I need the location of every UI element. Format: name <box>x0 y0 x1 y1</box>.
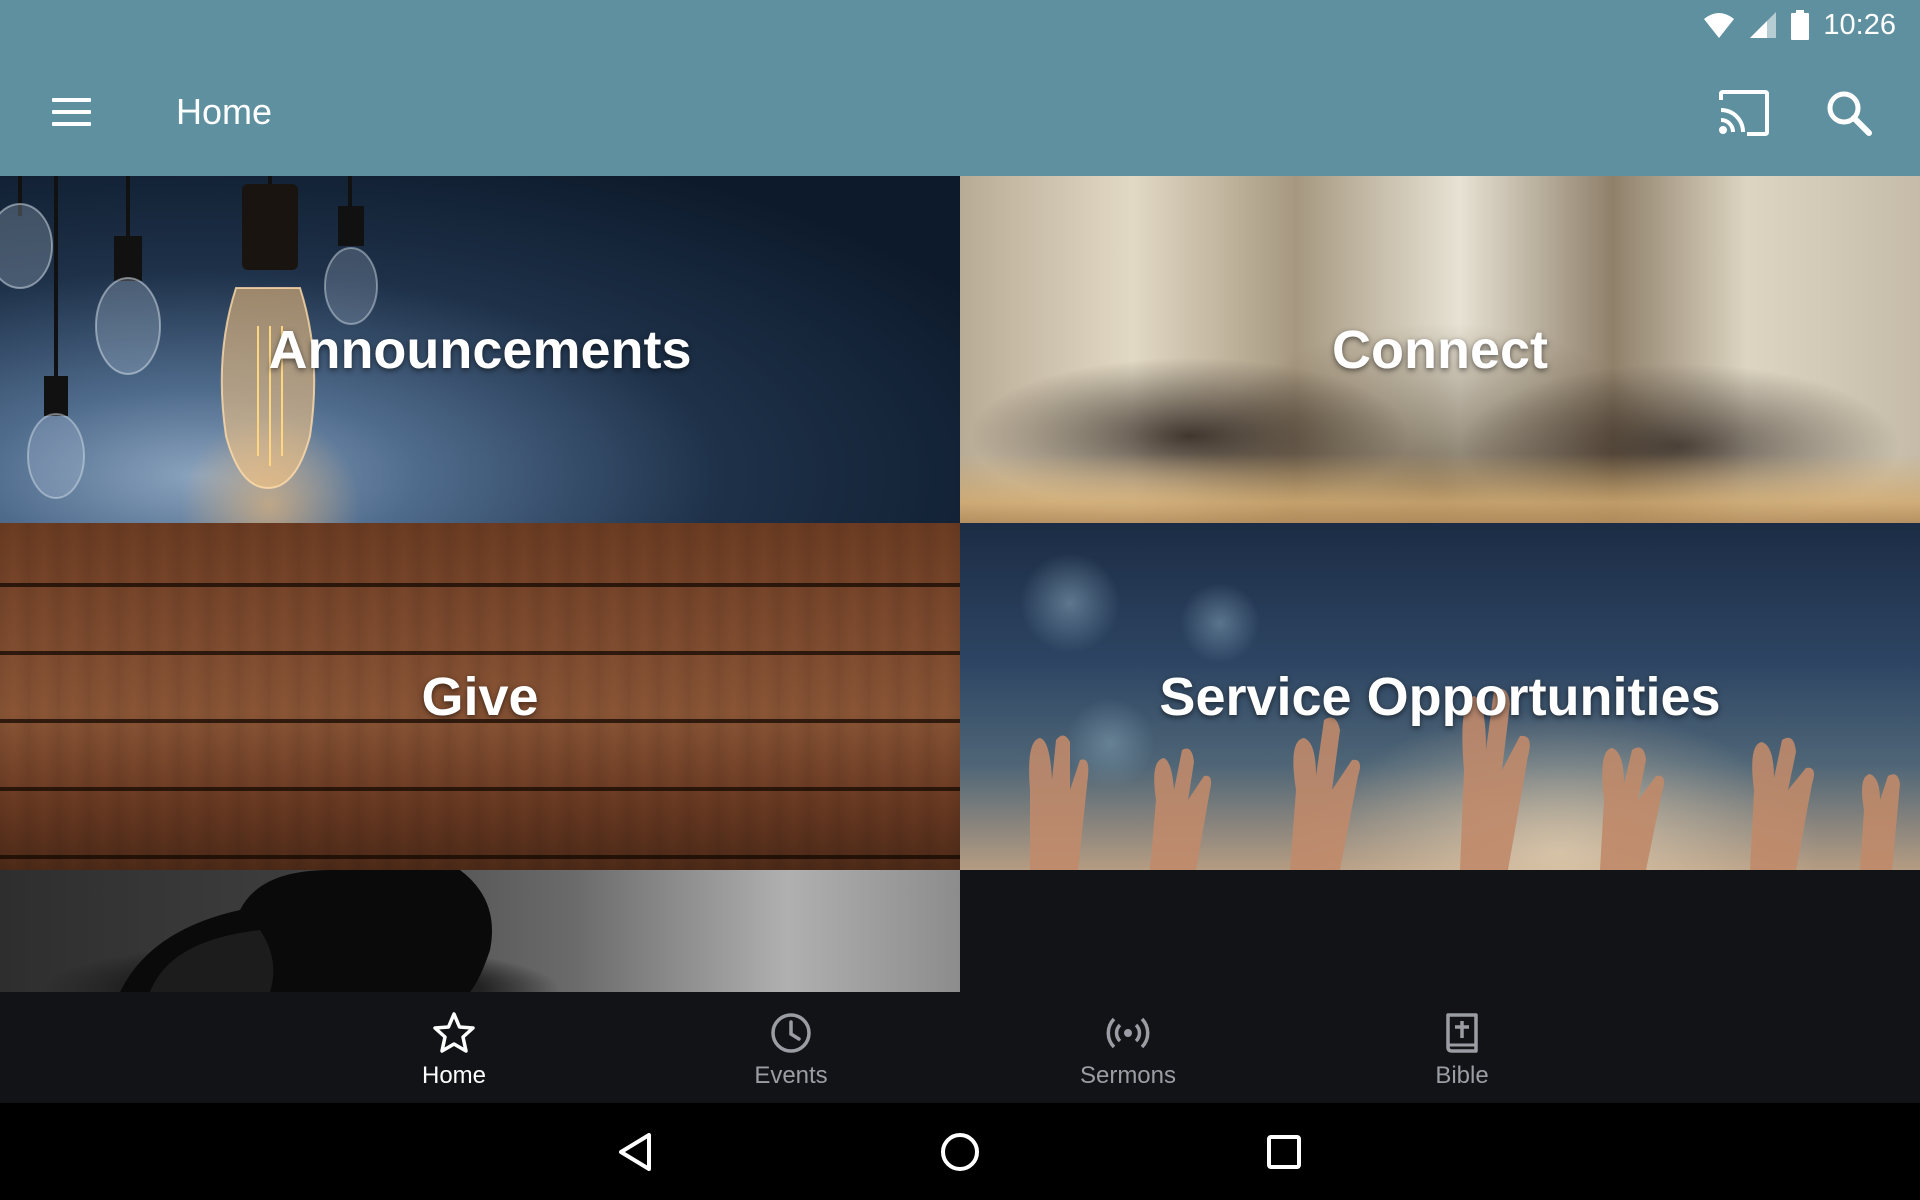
status-time: 10:26 <box>1823 8 1896 41</box>
tile-partial-image[interactable] <box>0 870 960 992</box>
tile-give[interactable]: Give <box>0 523 960 870</box>
system-navigation-bar <box>0 1103 1920 1200</box>
tile-announcements[interactable]: Announcements <box>0 176 960 523</box>
tile-service-opportunities[interactable]: Service Opportunities <box>960 523 1920 870</box>
recents-icon[interactable] <box>1257 1125 1311 1179</box>
tile-label: Service Opportunities <box>1159 666 1721 727</box>
wifi-icon <box>1704 13 1735 38</box>
nav-item-sermons[interactable]: Sermons <box>1028 992 1228 1103</box>
nav-label: Bible <box>1435 1062 1489 1089</box>
tile-connect[interactable]: Connect <box>960 176 1920 523</box>
app-bar: 10:26 Home <box>0 0 1920 176</box>
star-icon <box>431 1010 477 1056</box>
cast-icon[interactable] <box>1717 90 1771 136</box>
tile-label: Announcements <box>268 319 692 380</box>
signal-icon <box>1750 12 1777 38</box>
nav-label: Home <box>421 1062 487 1089</box>
battery-icon <box>1791 10 1810 40</box>
back-icon[interactable] <box>609 1125 663 1179</box>
menu-icon[interactable] <box>44 90 100 136</box>
bottom-navigation: Home Events Sermons Bible <box>0 992 1920 1103</box>
page-title: Home <box>176 91 273 132</box>
bible-icon <box>1439 1010 1485 1056</box>
tile-label: Give <box>421 666 539 727</box>
broadcast-icon <box>1105 1010 1151 1056</box>
praying-person-background-image <box>0 870 960 992</box>
person-silhouette-illustration <box>120 870 492 992</box>
nav-item-events[interactable]: Events <box>691 992 891 1103</box>
empty-tile <box>960 870 1920 992</box>
home-circle-icon[interactable] <box>933 1125 987 1179</box>
nav-item-home[interactable]: Home <box>354 992 554 1103</box>
clock-icon <box>768 1010 814 1056</box>
search-icon[interactable] <box>1824 88 1874 138</box>
nav-item-bible[interactable]: Bible <box>1362 992 1562 1103</box>
status-bar: 10:26 <box>1703 0 1896 50</box>
nav-label: Events <box>754 1062 828 1089</box>
nav-label: Sermons <box>1079 1062 1177 1089</box>
tile-label: Connect <box>1332 319 1548 380</box>
toolbar: Home <box>0 50 1920 176</box>
home-tiles-grid: Announcements Connect Give Service Oppor… <box>0 176 1920 992</box>
